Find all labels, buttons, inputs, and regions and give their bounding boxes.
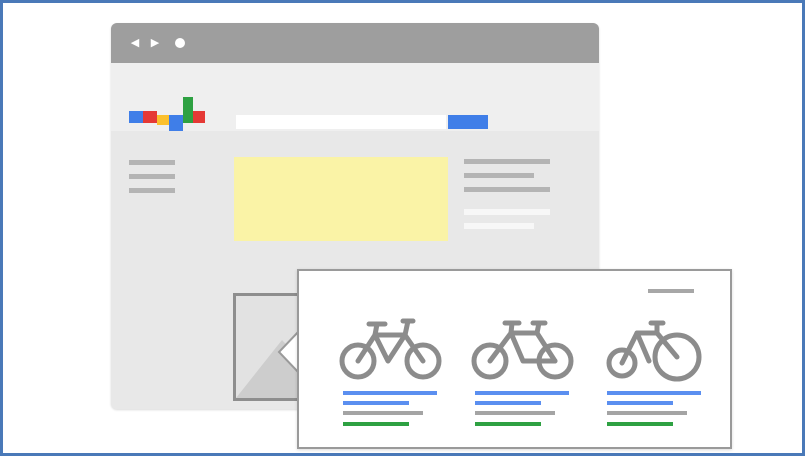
search-input[interactable] — [236, 115, 446, 129]
right-column-line — [464, 173, 534, 178]
product-price-line — [343, 422, 409, 426]
reload-dot-icon — [175, 38, 185, 48]
product-card[interactable] — [471, 311, 575, 431]
product-title-line — [343, 391, 437, 395]
bicycle-icon — [606, 320, 702, 382]
forward-arrow-icon: ▶ — [150, 36, 160, 49]
back-arrow-icon: ◀ — [130, 36, 140, 49]
product-listing-popup — [297, 269, 732, 449]
product-card[interactable] — [605, 311, 709, 431]
product-title-line — [607, 391, 701, 395]
bicycle-icon — [339, 318, 442, 380]
sidebar-line — [129, 174, 175, 179]
bicycle-icon — [471, 320, 574, 380]
right-column-line — [464, 159, 550, 164]
logo-bar — [193, 111, 205, 123]
illustration-frame: ◀ ▶ — [0, 0, 805, 456]
logo-bar — [183, 97, 193, 123]
logo-bar — [129, 111, 143, 123]
logo-bar — [143, 111, 157, 123]
product-card[interactable] — [339, 311, 443, 431]
product-description-line — [475, 411, 555, 415]
search-button[interactable] — [448, 115, 488, 129]
product-description-line — [607, 411, 687, 415]
product-description-line — [343, 411, 423, 415]
right-column-line-light — [464, 223, 534, 229]
product-price-line — [607, 422, 673, 426]
search-header — [111, 63, 599, 133]
logo-bar — [157, 115, 169, 125]
product-title-line — [607, 401, 673, 405]
right-column-line — [464, 187, 550, 192]
right-column-line-light — [464, 209, 550, 215]
popup-header-line — [648, 289, 694, 293]
product-title-line — [343, 401, 409, 405]
sidebar-line — [129, 188, 175, 193]
ad-highlight-box — [234, 157, 448, 241]
product-price-line — [475, 422, 541, 426]
product-title-line — [475, 391, 569, 395]
product-title-line — [475, 401, 541, 405]
browser-titlebar: ◀ ▶ — [111, 23, 599, 63]
sidebar-line — [129, 160, 175, 165]
